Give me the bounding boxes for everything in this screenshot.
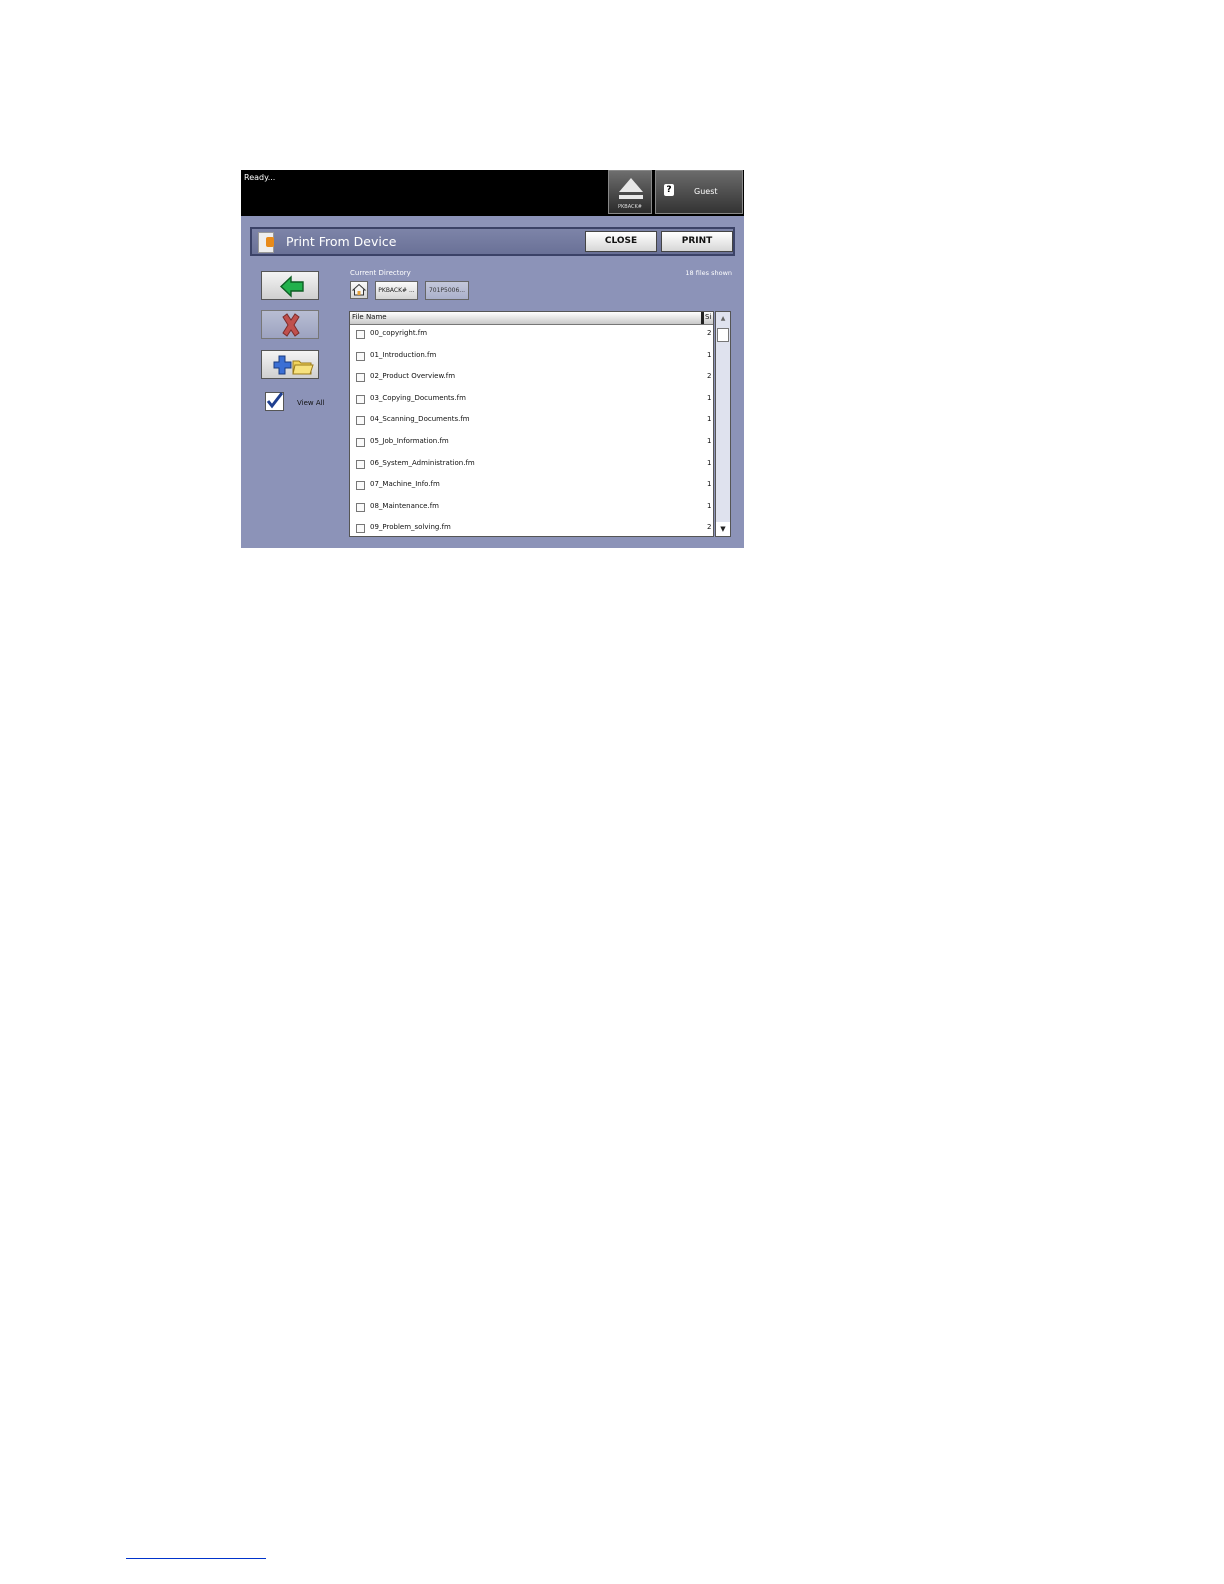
- eject-device-label: PKBACK#: [617, 204, 643, 210]
- file-name: 00_copyright.fm: [370, 329, 428, 337]
- file-size: 1: [707, 350, 712, 359]
- file-name: 04_Scanning_Documents.fm: [370, 415, 470, 424]
- file-size: 1: [707, 458, 712, 467]
- file-name: 06_System_Administration.fm: [370, 458, 475, 467]
- file-size: 2: [707, 329, 712, 337]
- file-checkbox[interactable]: [356, 437, 365, 447]
- user-label: Guest: [694, 187, 718, 196]
- file-size: 1: [707, 393, 712, 402]
- path-segment-folder[interactable]: 701P5006...: [425, 281, 469, 300]
- current-directory-label: Current Directory: [350, 269, 411, 277]
- column-header-size[interactable]: Si: [705, 313, 711, 321]
- list-item[interactable]: 06_System_Administration.fm 1: [350, 455, 713, 477]
- back-arrow-icon: [279, 275, 304, 298]
- eject-icon-bar: [619, 195, 643, 199]
- home-directory-button[interactable]: [350, 281, 368, 299]
- scroll-up-icon[interactable]: ▲: [716, 312, 730, 326]
- file-list-header: File Name Si: [350, 312, 713, 325]
- list-item[interactable]: 00_copyright.fm 2: [350, 325, 713, 347]
- file-checkbox[interactable]: [356, 394, 365, 404]
- file-checkbox[interactable]: [356, 524, 365, 534]
- device-screen: Ready... PKBACK# ? Guest Print From Devi…: [241, 170, 744, 548]
- file-name: 05_Job_Information.fm: [370, 436, 449, 445]
- file-checkbox[interactable]: [356, 459, 365, 469]
- list-item[interactable]: 04_Scanning_Documents.fm 1: [350, 411, 713, 433]
- list-item[interactable]: 03_Copying_Documents.fm 1: [350, 390, 713, 412]
- file-name: 03_Copying_Documents.fm: [370, 393, 466, 402]
- file-list: File Name Si 00_copyright.fm 2 01_Introdu…: [349, 311, 714, 537]
- list-item[interactable]: 07_Machine_Info.fm 1: [350, 476, 713, 498]
- file-checkbox[interactable]: [356, 481, 365, 491]
- file-checkbox[interactable]: [356, 351, 365, 361]
- top-status-bar: Ready... PKBACK# ? Guest: [241, 170, 744, 216]
- file-name: 07_Machine_Info.fm: [370, 480, 440, 489]
- file-size: 1: [707, 415, 712, 424]
- list-item[interactable]: 08_Maintenance.fm 1: [350, 498, 713, 520]
- file-size: 1: [707, 480, 712, 489]
- status-text: Ready...: [244, 173, 276, 182]
- view-all-checkbox[interactable]: [265, 392, 284, 411]
- delete-x-icon: [282, 313, 300, 337]
- file-size: 1: [707, 501, 712, 510]
- file-name: 01_Introduction.fm: [370, 350, 437, 359]
- new-folder-button[interactable]: [261, 350, 319, 379]
- file-checkbox[interactable]: [356, 502, 365, 512]
- user-icon: ?: [664, 184, 674, 196]
- back-button[interactable]: [261, 271, 319, 300]
- new-folder-icon: [273, 355, 314, 375]
- view-all-label: View All: [297, 399, 325, 407]
- checkmark-icon: [266, 392, 284, 409]
- print-from-device-icon-badge: [266, 237, 274, 247]
- file-list-rows: 00_copyright.fm 2 01_Introduction.fm 1 02_…: [350, 325, 713, 536]
- scroll-thumb[interactable]: [717, 328, 729, 342]
- print-button[interactable]: PRINT: [661, 231, 733, 252]
- file-name: 02_Product Overview.fm: [370, 372, 456, 381]
- column-divider[interactable]: [701, 312, 704, 324]
- path-segment-device[interactable]: PKBACK# ...: [375, 281, 418, 300]
- window-titlebar: Print From Device CLOSE PRINT: [250, 227, 735, 256]
- file-list-scrollbar[interactable]: ▲ ▼: [715, 311, 731, 537]
- footer-divider: [126, 1558, 266, 1559]
- page-title: Print From Device: [286, 234, 397, 249]
- list-item[interactable]: 02_Product Overview.fm 2: [350, 368, 713, 390]
- file-checkbox[interactable]: [356, 416, 365, 426]
- file-size: 2: [707, 523, 712, 532]
- file-checkbox[interactable]: [356, 373, 365, 383]
- delete-button[interactable]: [261, 310, 319, 339]
- eject-device-button[interactable]: PKBACK#: [608, 170, 652, 214]
- file-size: 1: [707, 436, 712, 445]
- list-item[interactable]: 05_Job_Information.fm 1: [350, 433, 713, 455]
- files-shown-count: 18 files shown: [685, 269, 732, 277]
- list-item[interactable]: 09_Problem_solving.fm 2: [350, 519, 713, 536]
- list-item[interactable]: 01_Introduction.fm 1: [350, 347, 713, 369]
- close-button[interactable]: CLOSE: [585, 231, 657, 252]
- file-name: 09_Problem_solving.fm: [370, 523, 451, 532]
- eject-icon: [619, 178, 643, 192]
- home-icon: [351, 283, 367, 296]
- scroll-down-icon[interactable]: ▼: [716, 522, 730, 536]
- file-name: 08_Maintenance.fm: [370, 501, 439, 510]
- user-login-button[interactable]: ? Guest: [655, 170, 743, 214]
- file-checkbox[interactable]: [356, 330, 365, 339]
- column-header-file-name[interactable]: File Name: [352, 313, 387, 321]
- file-size: 2: [707, 372, 712, 381]
